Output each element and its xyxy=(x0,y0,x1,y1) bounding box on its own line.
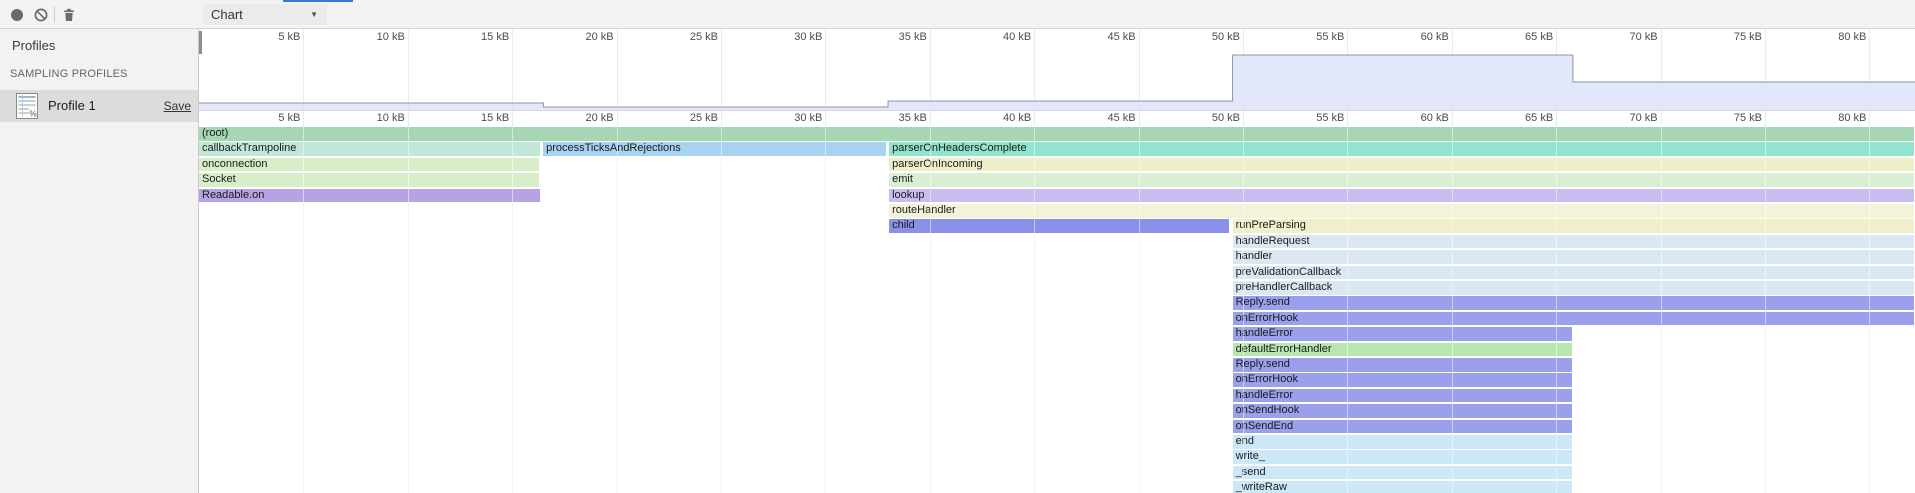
flame-bar[interactable]: Socket xyxy=(199,173,539,187)
ruler-tick: 60 kB xyxy=(1389,31,1449,43)
ruler-tick: 15 kB xyxy=(449,112,509,124)
flame-bar[interactable]: onErrorHook xyxy=(1233,312,1914,326)
view-mode-label: Chart xyxy=(211,7,243,22)
gridline xyxy=(617,127,618,493)
flame-bar[interactable]: handleRequest xyxy=(1233,235,1914,249)
clear-button[interactable] xyxy=(32,6,50,24)
flame-bar[interactable]: handleError xyxy=(1233,389,1572,403)
flame-bar[interactable]: processTicksAndRejections xyxy=(543,142,886,156)
active-tab-indicator xyxy=(283,0,353,2)
chevron-down-icon: ▼ xyxy=(310,4,318,25)
ruler-tick: 20 kB xyxy=(554,112,614,124)
flame-bar[interactable]: write_ xyxy=(1233,450,1572,464)
flame-bar[interactable]: end xyxy=(1233,435,1572,449)
clear-icon xyxy=(33,7,49,23)
view-mode-select[interactable]: Chart ▼ xyxy=(203,4,327,25)
ruler-tick: 30 kB xyxy=(762,31,822,43)
ruler-tick: 80 kB xyxy=(1806,31,1866,43)
flame-bar[interactable]: emit xyxy=(889,173,1914,187)
sidebar: Profiles SAMPLING PROFILES % Profile 1 S… xyxy=(0,29,199,493)
ruler-tick: 30 kB xyxy=(762,112,822,124)
ruler-tick: 40 kB xyxy=(971,31,1031,43)
flame-bar[interactable]: child xyxy=(889,219,1229,233)
flame-bar[interactable]: onErrorHook xyxy=(1233,373,1572,387)
ruler-tick: 10 kB xyxy=(345,31,405,43)
ruler-tick: 15 kB xyxy=(449,31,509,43)
ruler-tick: 40 kB xyxy=(971,112,1031,124)
ruler-tick: 55 kB xyxy=(1284,112,1344,124)
flame-bar[interactable]: callbackTrampoline xyxy=(199,142,540,156)
flame-bar[interactable]: Readable.on xyxy=(199,189,540,203)
ruler-tick: 45 kB xyxy=(1076,31,1136,43)
flame-bar[interactable]: parserOnHeadersComplete xyxy=(889,142,1914,156)
flame-bar[interactable]: parserOnIncoming xyxy=(889,158,1914,172)
flame-bar[interactable]: runPreParsing xyxy=(1233,219,1914,233)
ruler-tick: 5 kB xyxy=(240,31,300,43)
profile-name: Profile 1 xyxy=(48,98,96,113)
scrollbar-thumb[interactable] xyxy=(199,31,202,54)
trash-icon xyxy=(61,7,77,23)
ruler-tick: 25 kB xyxy=(658,31,718,43)
ruler-tick: 35 kB xyxy=(867,112,927,124)
flame-bar[interactable]: Reply.send xyxy=(1233,358,1572,372)
toolbar-separator xyxy=(54,6,55,23)
ruler-divider xyxy=(199,110,1915,111)
ruler-tick: 75 kB xyxy=(1702,31,1762,43)
gridline xyxy=(825,127,826,493)
ruler-tick: 80 kB xyxy=(1806,112,1866,124)
flame-bar[interactable]: (root) xyxy=(199,127,1914,141)
ruler-tick: 65 kB xyxy=(1493,112,1553,124)
ruler-tick: 20 kB xyxy=(554,31,614,43)
flame-bar[interactable]: onSendHook xyxy=(1233,404,1572,418)
flame-bar[interactable]: onconnection xyxy=(199,158,539,172)
ruler-tick: 70 kB xyxy=(1598,112,1658,124)
ruler-tick: 60 kB xyxy=(1389,112,1449,124)
save-link[interactable]: Save xyxy=(164,99,191,113)
flame-bar[interactable]: handler xyxy=(1233,250,1914,264)
ruler-tick: 55 kB xyxy=(1284,31,1344,43)
flame-bar[interactable]: routeHandler xyxy=(889,204,1914,218)
flame-bar[interactable]: defaultErrorHandler xyxy=(1233,343,1572,357)
ruler-tick: 75 kB xyxy=(1702,112,1762,124)
ruler-tick: 35 kB xyxy=(867,31,927,43)
flame-bar[interactable]: _writeRaw xyxy=(1233,481,1572,493)
ruler-tick: 70 kB xyxy=(1598,31,1658,43)
sidebar-title: Profiles xyxy=(12,38,55,53)
ruler-tick: 5 kB xyxy=(240,112,300,124)
delete-profile-button[interactable] xyxy=(60,6,78,24)
ruler-tick: 50 kB xyxy=(1180,112,1240,124)
flame-bar[interactable]: preValidationCallback xyxy=(1233,266,1914,280)
flame-bar[interactable]: _send xyxy=(1233,466,1572,480)
flame-bar[interactable]: onSendEnd xyxy=(1233,420,1572,434)
ruler-tick: 50 kB xyxy=(1180,31,1240,43)
flame-bar[interactable]: Reply.send xyxy=(1233,296,1914,310)
record-button[interactable] xyxy=(8,6,26,24)
memory-profiler-panel: Chart ▼ Profiles SAMPLING PROFILES % P xyxy=(0,0,1915,493)
ruler-tick: 65 kB xyxy=(1493,31,1553,43)
svg-text:%: % xyxy=(30,110,37,119)
profile-icon: % xyxy=(16,93,38,119)
profile-item[interactable]: % Profile 1 Save xyxy=(0,90,198,122)
sampling-profiles-header: SAMPLING PROFILES xyxy=(10,68,128,80)
toolbar: Chart ▼ xyxy=(0,0,1915,29)
record-icon xyxy=(9,7,25,23)
gridline xyxy=(721,127,722,493)
ruler-tick: 10 kB xyxy=(345,112,405,124)
flame-bar[interactable]: lookup xyxy=(889,189,1914,203)
ruler-tick: 25 kB xyxy=(658,112,718,124)
flame-bar[interactable]: preHandlerCallback xyxy=(1233,281,1914,295)
flame-bar[interactable]: handleError xyxy=(1233,327,1572,341)
chart-pane: 5 kB 10 kB 15 kB 20 kB 25 kB 30 kB 35 kB 40 kB 4… xyxy=(199,29,1915,493)
ruler-tick: 45 kB xyxy=(1076,112,1136,124)
